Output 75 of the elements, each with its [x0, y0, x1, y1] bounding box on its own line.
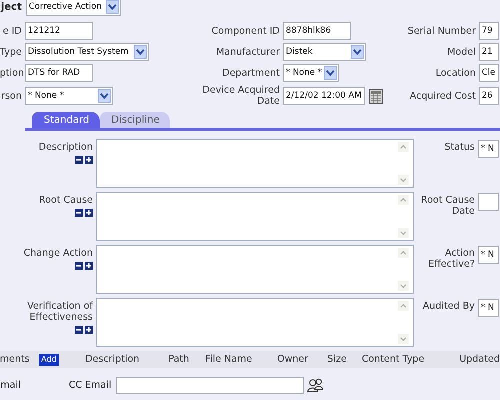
text-field[interactable]: 26: [479, 87, 499, 105]
field-label: rson: [0, 90, 22, 102]
field-label: Manufacturer: [215, 46, 280, 58]
text-field[interactable]: DTS for RAD: [25, 64, 93, 82]
scroll-down-icon[interactable]: [398, 175, 409, 185]
caret-icon: [324, 66, 338, 80]
plus-icon[interactable]: [85, 156, 93, 164]
field-label: mail: [0, 380, 21, 390]
field-label: Device Acquired Date: [202, 85, 280, 107]
section-label: ments: [0, 354, 30, 366]
field-label: ption: [0, 68, 22, 78]
column-header: Updated: [460, 354, 500, 365]
field-label: Audited By: [422, 300, 475, 314]
field-label: Root Cause: [39, 195, 93, 206]
field-label: Root Cause Date: [420, 194, 475, 219]
field-label: CC Email: [69, 380, 112, 390]
minus-icon[interactable]: [75, 326, 83, 334]
minus-icon[interactable]: [75, 209, 83, 217]
caret-icon: [351, 45, 364, 59]
dropdown[interactable]: Dissolution Test System: [25, 43, 149, 61]
plus-icon[interactable]: [85, 262, 93, 270]
plus-icon[interactable]: [85, 209, 93, 217]
field-label: Acquired Cost: [409, 90, 476, 102]
column-header: Path: [168, 354, 190, 365]
caret-icon: [98, 89, 111, 103]
scroll-down-icon[interactable]: [398, 334, 409, 344]
field-label: Model: [446, 46, 476, 58]
date-field[interactable]: 2/12/02 12:00 AM: [283, 87, 365, 105]
field-label: Change Action: [24, 248, 93, 259]
column-header: Description: [85, 354, 140, 365]
text-field[interactable]: * N: [478, 246, 499, 264]
field-label: e ID: [2, 26, 22, 36]
tab[interactable]: Discipline: [100, 112, 170, 128]
column-header: Size: [327, 354, 347, 365]
plus-icon[interactable]: [85, 326, 93, 334]
text-field[interactable]: 79: [479, 22, 499, 40]
column-header: Content Type: [362, 354, 425, 365]
scroll-up-icon[interactable]: [398, 142, 409, 152]
text-field[interactable]: 21: [479, 43, 499, 61]
text-field[interactable]: * N: [478, 299, 499, 317]
scroll-up-icon[interactable]: [398, 248, 409, 258]
scroll-down-icon[interactable]: [398, 281, 409, 291]
text-field[interactable]: * N: [478, 140, 499, 158]
text-field[interactable]: 121212: [25, 22, 93, 40]
minus-icon[interactable]: [75, 262, 83, 270]
caret-icon: [134, 45, 147, 59]
scroll-up-icon[interactable]: [398, 195, 409, 205]
scroll-up-icon[interactable]: [398, 301, 409, 311]
tab[interactable]: Standard: [32, 112, 100, 128]
dropdown[interactable]: Distek: [283, 43, 366, 61]
minus-icon[interactable]: [75, 156, 83, 164]
field-label: Type: [0, 46, 22, 58]
dropdown[interactable]: Corrective Action: [26, 0, 121, 16]
field-label: ject: [0, 2, 22, 12]
text-field[interactable]: [478, 193, 499, 211]
caret-icon: [106, 0, 119, 14]
field-label: Status: [444, 141, 475, 155]
scroll-down-icon[interactable]: [398, 228, 409, 238]
text-field[interactable]: 8878hlk86: [283, 22, 351, 40]
text-field[interactable]: Cle: [479, 64, 499, 82]
people-icon[interactable]: [306, 378, 324, 392]
field-label: Department: [222, 68, 280, 78]
field-label: Serial Number: [406, 26, 476, 36]
field-label: Verification of Effectiveness: [26, 301, 93, 323]
dropdown[interactable]: * None *: [25, 87, 113, 105]
field-label: Component ID: [210, 26, 280, 36]
field-label: Action Effective?: [428, 247, 475, 272]
field-label: Description: [38, 142, 93, 153]
add-button[interactable]: Add: [38, 354, 60, 366]
field-label: Location: [434, 68, 476, 78]
cc-email-field[interactable]: [116, 376, 304, 394]
column-header: Owner: [277, 354, 308, 365]
dropdown[interactable]: * None *: [283, 64, 339, 82]
column-header: File Name: [205, 354, 252, 365]
calendar-icon[interactable]: [369, 88, 383, 104]
